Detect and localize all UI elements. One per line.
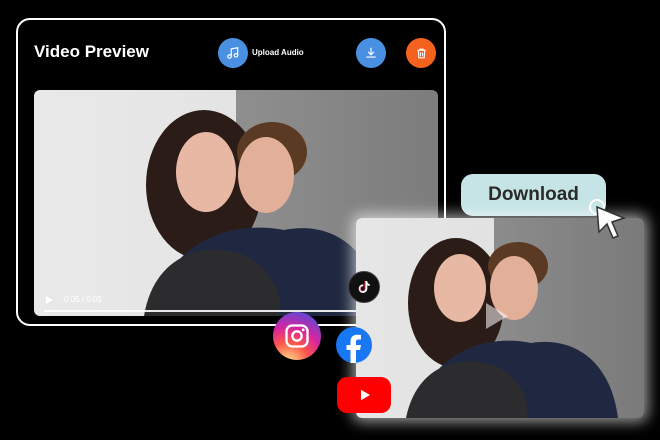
music-note-icon — [227, 47, 239, 59]
facebook-icon[interactable] — [336, 327, 372, 363]
tiktok-icon[interactable] — [348, 271, 380, 303]
play-button[interactable] — [46, 296, 53, 304]
card-play-icon[interactable] — [486, 303, 508, 329]
delete-button[interactable] — [406, 38, 436, 68]
cursor-arrow-icon — [589, 199, 627, 239]
download-button[interactable] — [356, 38, 386, 68]
upload-audio-label[interactable]: Upload Audio — [252, 48, 304, 57]
youtube-icon[interactable] — [337, 377, 391, 413]
preview-card[interactable] — [356, 218, 644, 418]
download-icon — [366, 47, 376, 58]
trash-icon — [416, 48, 426, 58]
download-pill-button[interactable]: Download — [461, 174, 606, 216]
time-display: 0:05 / 0:05 — [64, 295, 102, 304]
panel-title: Video Preview — [34, 42, 149, 61]
upload-audio-button[interactable] — [218, 38, 248, 68]
instagram-icon[interactable] — [273, 312, 321, 360]
